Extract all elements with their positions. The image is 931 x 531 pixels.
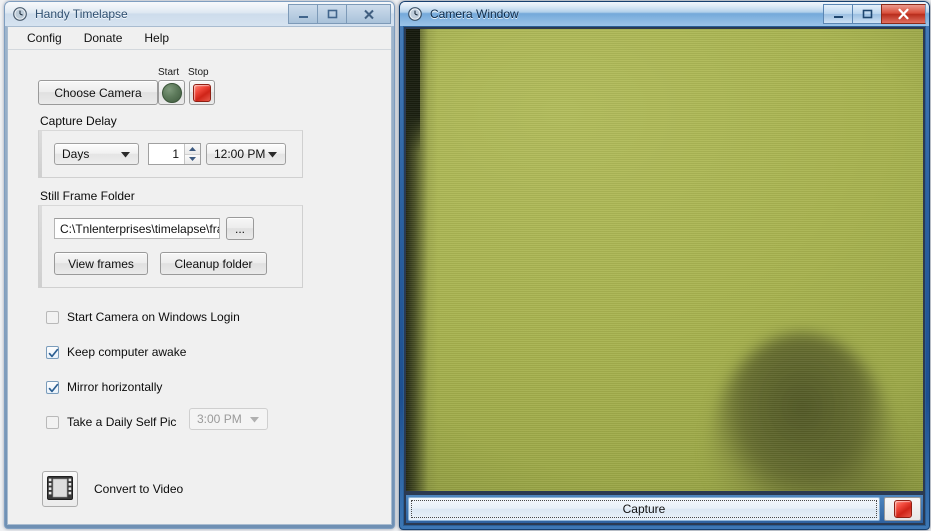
stop-square-icon [193, 83, 211, 102]
still-frame-folder-label: Still Frame Folder [40, 189, 135, 203]
camera-window-controls [823, 3, 926, 25]
option-label: Mirror horizontally [67, 380, 163, 394]
self-pic-time-select[interactable]: 3:00 PM [189, 408, 268, 430]
checkbox-take-daily-self-pic[interactable] [46, 415, 59, 429]
start-label: Start [158, 67, 180, 78]
maximize-button[interactable] [852, 4, 881, 24]
delay-time-value: 12:00 PM [214, 147, 266, 161]
maximize-button[interactable] [317, 4, 346, 24]
still-frame-folder-group: Still Frame Folder C:\Tnlenterprises\tim… [38, 189, 303, 288]
option-start-camera-on-login[interactable]: Start Camera on Windows Login [46, 310, 240, 324]
stepper-up-icon[interactable] [185, 144, 200, 155]
browse-folder-button[interactable]: ... [226, 217, 254, 240]
camera-stop-button[interactable] [884, 497, 921, 521]
cleanup-folder-button[interactable]: Cleanup folder [160, 252, 267, 275]
clock-icon [407, 6, 423, 22]
app-titlebar[interactable]: Handy Timelapse [5, 2, 394, 26]
app-client-area: Config Donate Help Start Stop Choose Cam… [7, 26, 392, 525]
preview-grain [406, 29, 923, 491]
checkbox-mirror-horizontally[interactable] [46, 380, 59, 394]
camera-title: Camera Window [430, 7, 519, 21]
choose-camera-button[interactable]: Choose Camera [38, 80, 158, 105]
convert-to-video-button[interactable] [42, 471, 78, 507]
camera-window: Camera Window Capture [399, 1, 930, 530]
stop-square-icon [893, 500, 912, 518]
option-take-daily-self-pic[interactable]: Take a Daily Self Pic [46, 415, 176, 429]
desktop: Handy Timelapse Config Donate Help Start… [0, 0, 931, 531]
focus-outline [411, 500, 877, 518]
self-pic-time-value: 3:00 PM [197, 412, 242, 426]
minimize-button[interactable] [823, 4, 852, 24]
camera-preview [406, 29, 923, 491]
menu-bar: Config Donate Help [8, 27, 391, 50]
clock-icon [12, 6, 28, 22]
view-frames-button[interactable]: View frames [54, 252, 148, 275]
capture-button[interactable]: Capture [408, 497, 880, 521]
option-label: Keep computer awake [67, 345, 187, 359]
close-button[interactable] [346, 4, 391, 24]
menu-item-config[interactable]: Config [16, 28, 73, 48]
capture-delay-label: Capture Delay [40, 114, 117, 128]
close-button[interactable] [881, 4, 926, 24]
stop-label: Stop [188, 67, 209, 78]
menu-item-help[interactable]: Help [133, 28, 180, 48]
app-title: Handy Timelapse [35, 7, 128, 21]
checkbox-start-camera-on-login[interactable] [46, 310, 59, 324]
folder-path-input[interactable]: C:\Tnlenterprises\timelapse\frame [54, 218, 220, 239]
delay-amount-value: 1 [172, 147, 179, 161]
stop-button[interactable] [189, 80, 215, 105]
delay-unit-value: Days [62, 147, 90, 161]
option-label: Start Camera on Windows Login [67, 310, 240, 324]
option-mirror-horizontally[interactable]: Mirror horizontally [46, 380, 162, 394]
camera-toolbar: Capture [406, 495, 923, 523]
app-window-controls [288, 3, 391, 25]
delay-unit-select[interactable]: Days [54, 143, 139, 165]
film-strip-icon [47, 475, 73, 503]
checkbox-keep-computer-awake[interactable] [46, 345, 59, 359]
menu-item-donate[interactable]: Donate [73, 28, 134, 48]
delay-time-select[interactable]: 12:00 PM [206, 143, 286, 165]
delay-amount-stepper[interactable]: 1 [148, 143, 201, 165]
chevron-down-icon [268, 147, 277, 161]
camera-client-area: Capture [403, 26, 926, 526]
start-button[interactable] [158, 80, 185, 105]
option-label: Take a Daily Self Pic [67, 415, 177, 429]
chevron-down-icon [121, 147, 130, 161]
handy-timelapse-window: Handy Timelapse Config Donate Help Start… [4, 1, 395, 529]
start-circle-icon [161, 82, 182, 103]
convert-to-video-label: Convert to Video [94, 482, 184, 496]
stepper-buttons[interactable] [184, 144, 200, 164]
minimize-button[interactable] [288, 4, 317, 24]
capture-delay-group: Capture Delay Days 1 12:00 PM [38, 114, 303, 178]
stepper-down-icon[interactable] [185, 154, 200, 164]
chevron-down-icon [250, 412, 259, 426]
option-keep-computer-awake[interactable]: Keep computer awake [46, 345, 186, 359]
camera-titlebar[interactable]: Camera Window [400, 2, 929, 26]
